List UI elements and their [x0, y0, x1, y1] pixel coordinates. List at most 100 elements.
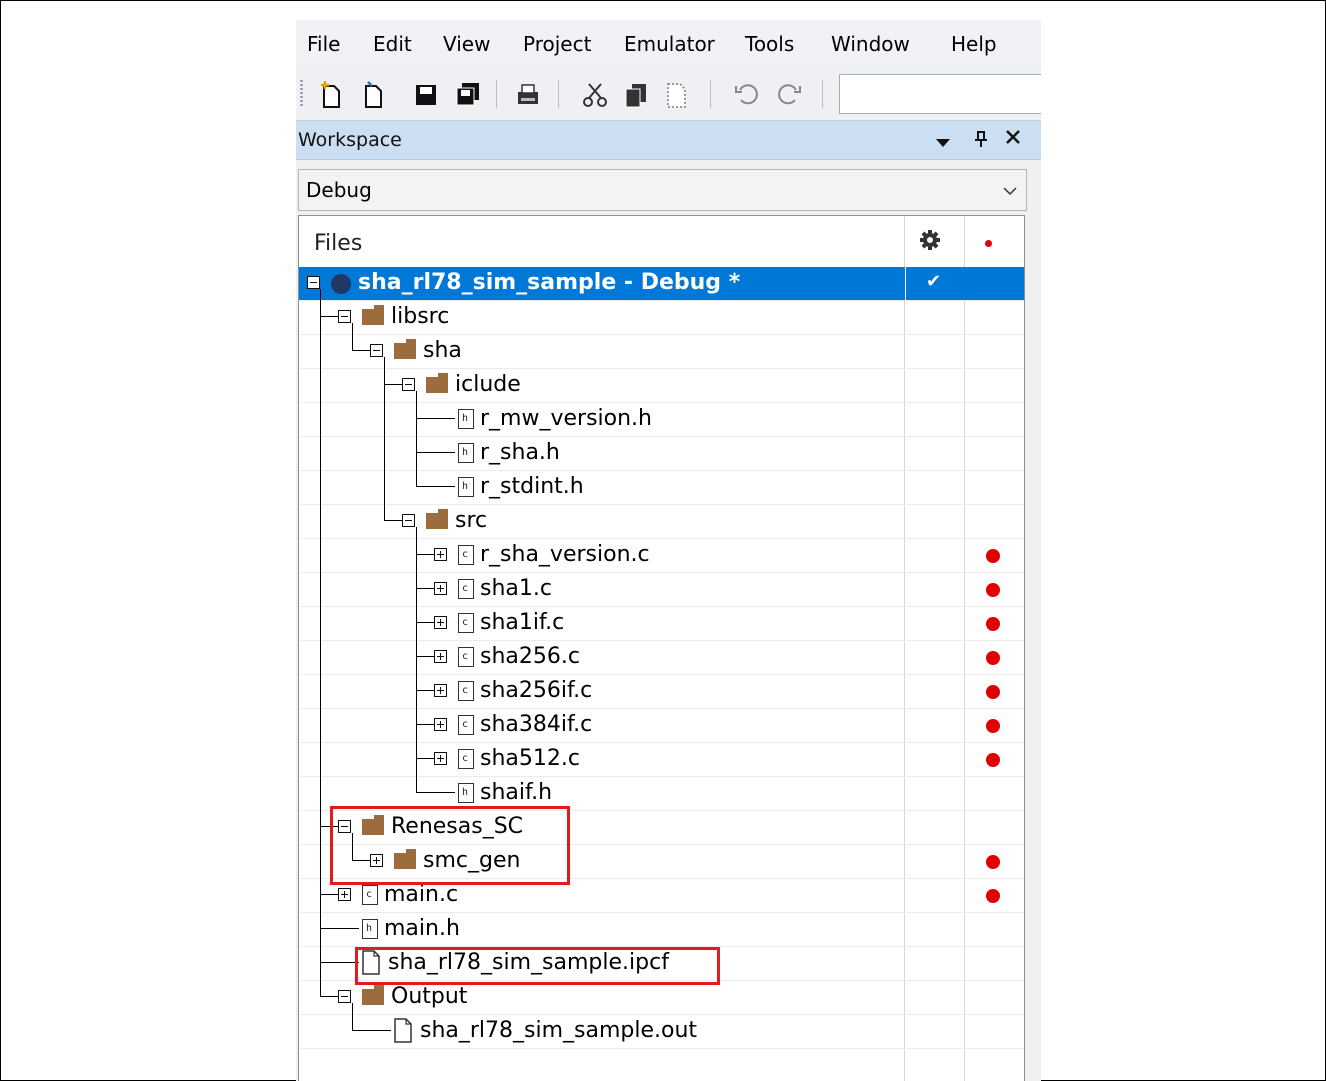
toolbar-separator [822, 80, 823, 108]
menu-project[interactable]: Project [523, 32, 591, 56]
collapse-toggle[interactable] [338, 310, 351, 323]
tree-row[interactable]: c sha256.c [299, 641, 1024, 675]
c-source-file-icon: c [458, 647, 474, 667]
new-file-icon[interactable] [316, 78, 344, 110]
tree-row[interactable]: c sha384if.c [299, 709, 1024, 743]
print-icon[interactable] [514, 78, 542, 110]
tree-row[interactable]: h r_mw_version.h [299, 403, 1024, 437]
expand-toggle[interactable] [434, 616, 447, 629]
menu-bar: File Edit View Project Emulator Tools Wi… [296, 20, 1041, 68]
tree-item-label: r_mw_version.h [480, 406, 652, 431]
tree-row[interactable]: c sha512.c [299, 743, 1024, 777]
collapse-toggle[interactable] [370, 344, 383, 357]
row-divider [299, 1048, 1024, 1049]
checkmark-icon[interactable]: ✔ [926, 271, 941, 292]
tree-row[interactable]: h r_stdint.h [299, 471, 1024, 505]
header-file-icon: h [458, 443, 474, 463]
redo-icon[interactable] [776, 78, 804, 110]
toolbar-combo-box[interactable] [839, 74, 1041, 114]
toolbar-separator [496, 80, 497, 108]
file-type-glyph: c [462, 719, 469, 730]
tree-row[interactable]: h main.h [299, 913, 1024, 947]
tree-connector-line [416, 452, 455, 453]
pin-icon[interactable] [974, 129, 988, 153]
tree-connector-line [352, 1030, 391, 1031]
expand-toggle[interactable] [434, 718, 447, 731]
tree-row[interactable]: src [299, 505, 1024, 539]
tree-row[interactable]: c sha256if.c [299, 675, 1024, 709]
expand-toggle[interactable] [434, 582, 447, 595]
save-all-icon[interactable] [454, 78, 482, 110]
tree-connector-line [416, 391, 417, 487]
cut-icon[interactable] [581, 78, 609, 110]
toolbar-separator [710, 80, 711, 108]
tree-connector-line [416, 622, 434, 623]
tree-row[interactable]: c sha1.c [299, 573, 1024, 607]
tree-connector-line [416, 656, 434, 657]
menu-tools[interactable]: Tools [745, 32, 794, 56]
toolbar-grip[interactable] [300, 80, 303, 108]
menu-window[interactable]: Window [831, 32, 910, 56]
dropdown-arrow-icon[interactable] [934, 131, 952, 155]
collapse-toggle[interactable] [307, 276, 320, 289]
file-type-glyph: c [462, 753, 469, 764]
paste-icon[interactable] [662, 78, 690, 110]
file-type-glyph: c [366, 889, 373, 900]
expand-toggle[interactable] [434, 548, 447, 561]
tree-connector-line [416, 690, 434, 691]
copy-icon[interactable] [622, 78, 650, 110]
build-status-dot [986, 583, 1000, 597]
collapse-toggle[interactable] [402, 378, 415, 391]
file-type-glyph: c [462, 549, 469, 560]
menu-view[interactable]: View [443, 32, 490, 56]
c-source-file-icon: c [362, 885, 378, 905]
tree-item-label: iclude [455, 372, 521, 397]
tree-row[interactable]: iclude [299, 369, 1024, 403]
tree-connector-line [320, 962, 359, 963]
expand-toggle[interactable] [338, 888, 351, 901]
project-root-row[interactable]: sha_rl78_sim_sample - Debug * ✔ [299, 267, 1024, 301]
tree-row[interactable]: Output [299, 981, 1024, 1015]
save-icon[interactable] [412, 78, 440, 110]
chevron-down-icon [1002, 182, 1018, 201]
tree-item-label: main.c [384, 882, 459, 907]
menu-edit[interactable]: Edit [373, 32, 412, 56]
build-config-select[interactable]: Debug [298, 169, 1027, 211]
tree-item-label: Output [391, 984, 468, 1009]
tree-row[interactable]: c r_sha_version.c [299, 539, 1024, 573]
workspace-header: Workspace [296, 121, 1041, 160]
toolbar [296, 68, 1041, 121]
folder-icon [426, 509, 448, 529]
folder-icon [362, 985, 384, 1005]
collapse-toggle[interactable] [338, 990, 351, 1003]
tree-connector-line [384, 384, 402, 385]
files-column-header: Files [314, 231, 363, 256]
tree-row[interactable]: h r_sha.h [299, 437, 1024, 471]
c-source-file-icon: c [458, 715, 474, 735]
tree-item-label: sha1.c [480, 576, 552, 601]
menu-help[interactable]: Help [951, 32, 997, 56]
toolbar-separator [558, 80, 559, 108]
expand-toggle[interactable] [434, 684, 447, 697]
expand-toggle[interactable] [434, 650, 447, 663]
tree-connector-line [320, 996, 338, 997]
build-status-dot [986, 651, 1000, 665]
file-type-glyph: h [462, 413, 469, 424]
menu-file[interactable]: File [307, 32, 340, 56]
tree-connector-line [416, 724, 434, 725]
undo-icon[interactable] [732, 78, 760, 110]
menu-emulator[interactable]: Emulator [624, 32, 715, 56]
build-status-dot [986, 617, 1000, 631]
red-dot-icon [985, 240, 992, 247]
tree-row[interactable]: sha [299, 335, 1024, 369]
tree-row[interactable]: sha_rl78_sim_sample.out [299, 1015, 1024, 1049]
tree-connector-line [320, 316, 338, 317]
tree-row[interactable]: libsrc [299, 301, 1024, 335]
file-type-glyph: h [366, 923, 373, 934]
expand-toggle[interactable] [434, 752, 447, 765]
close-icon[interactable] [1004, 127, 1022, 152]
open-file-icon[interactable] [358, 78, 386, 110]
tree-item-label: sha512.c [480, 746, 580, 771]
tree-row[interactable]: c sha1if.c [299, 607, 1024, 641]
collapse-toggle[interactable] [402, 514, 415, 527]
